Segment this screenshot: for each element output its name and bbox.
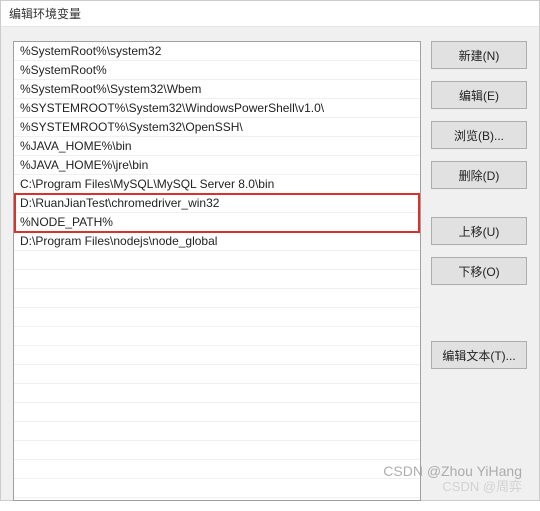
list-item[interactable]: %JAVA_HOME%\bin (14, 137, 420, 156)
list-item[interactable]: %NODE_PATH% (14, 213, 420, 232)
content-area: %SystemRoot%\system32%SystemRoot%%System… (1, 27, 539, 511)
list-item[interactable]: %SystemRoot%\system32 (14, 42, 420, 61)
dialog-window: 编辑环境变量 %SystemRoot%\system32%SystemRoot%… (0, 0, 540, 501)
delete-button[interactable]: 删除(D) (431, 161, 527, 189)
list-item[interactable]: %SystemRoot% (14, 61, 420, 80)
spacer (431, 201, 527, 205)
list-item[interactable] (14, 308, 420, 327)
list-item[interactable]: %JAVA_HOME%\jre\bin (14, 156, 420, 175)
list-item[interactable] (14, 251, 420, 270)
list-item[interactable]: C:\Program Files\MySQL\MySQL Server 8.0\… (14, 175, 420, 194)
list-item[interactable] (14, 460, 420, 479)
browse-button[interactable]: 浏览(B)... (431, 121, 527, 149)
list-item[interactable] (14, 384, 420, 403)
env-var-list[interactable]: %SystemRoot%\system32%SystemRoot%%System… (13, 41, 421, 501)
list-item[interactable] (14, 479, 420, 498)
titlebar: 编辑环境变量 (1, 1, 539, 27)
edit-button[interactable]: 编辑(E) (431, 81, 527, 109)
new-button[interactable]: 新建(N) (431, 41, 527, 69)
list-item[interactable] (14, 365, 420, 384)
list-item[interactable] (14, 403, 420, 422)
list-item[interactable] (14, 441, 420, 460)
window-title: 编辑环境变量 (9, 5, 81, 22)
list-item[interactable] (14, 289, 420, 308)
edit-text-button[interactable]: 编辑文本(T)... (431, 341, 527, 369)
button-column: 新建(N) 编辑(E) 浏览(B)... 删除(D) 上移(U) 下移(O) 编… (431, 41, 527, 501)
spacer (431, 297, 527, 329)
list-item[interactable] (14, 270, 420, 289)
list-item[interactable]: D:\Program Files\nodejs\node_global (14, 232, 420, 251)
move-up-button[interactable]: 上移(U) (431, 217, 527, 245)
list-item[interactable]: %SYSTEMROOT%\System32\WindowsPowerShell\… (14, 99, 420, 118)
list-item[interactable] (14, 346, 420, 365)
list-item[interactable]: D:\RuanJianTest\chromedriver_win32 (14, 194, 420, 213)
list-item[interactable] (14, 422, 420, 441)
list-item[interactable] (14, 327, 420, 346)
move-down-button[interactable]: 下移(O) (431, 257, 527, 285)
list-item[interactable]: %SYSTEMROOT%\System32\OpenSSH\ (14, 118, 420, 137)
list-item[interactable]: %SystemRoot%\System32\Wbem (14, 80, 420, 99)
